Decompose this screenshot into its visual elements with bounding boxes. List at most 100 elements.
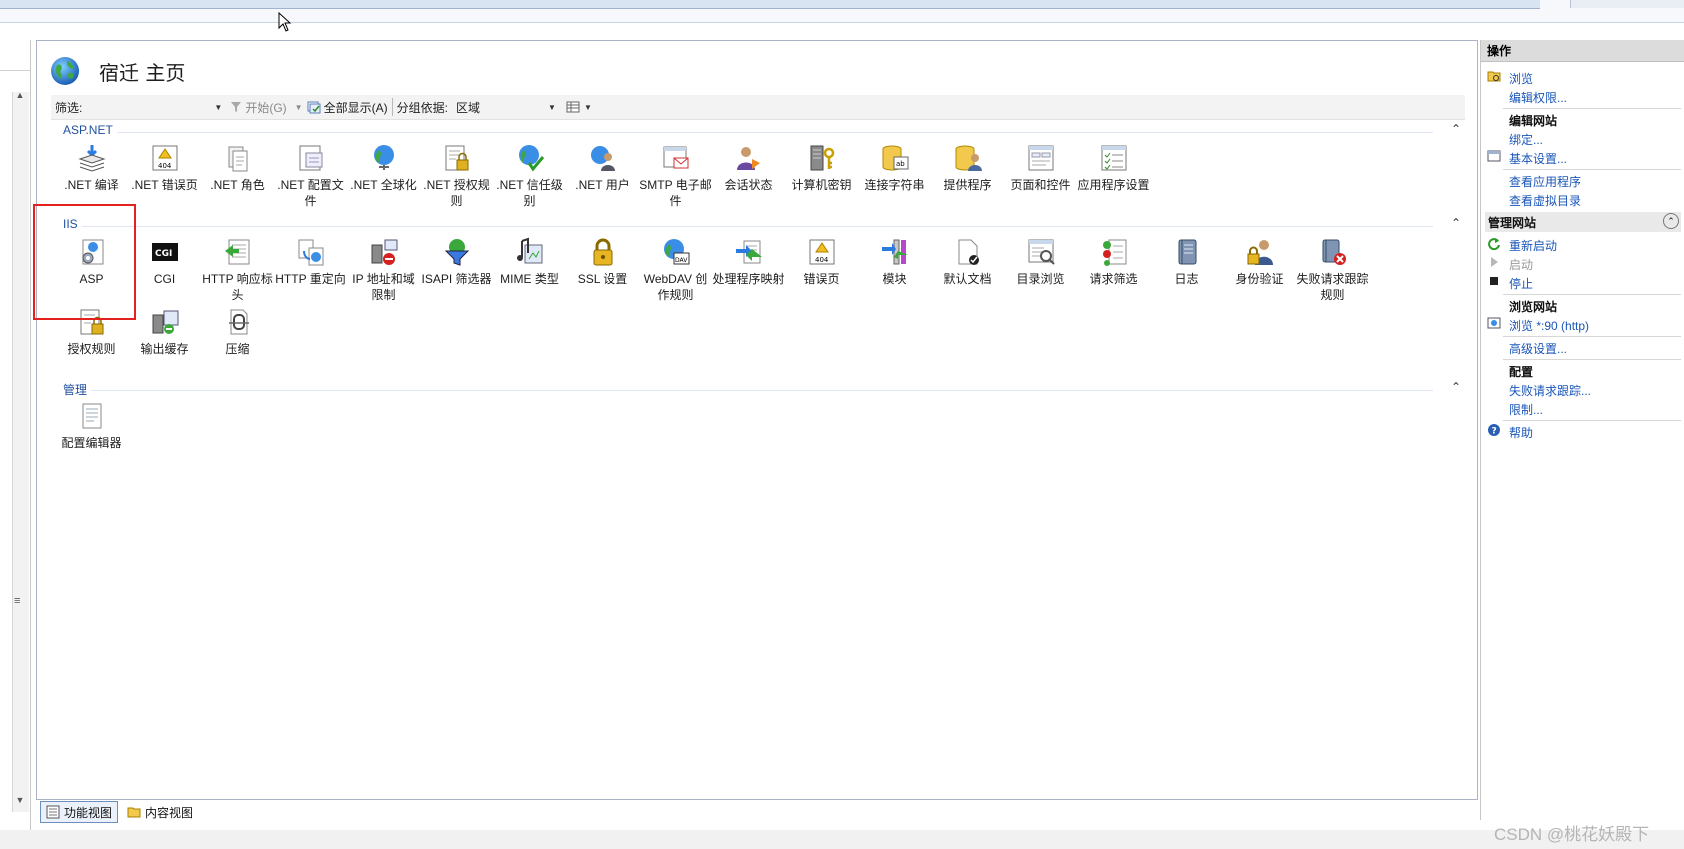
globe-icon [51,57,79,85]
feature-label: 失败请求跟踪规则 [1296,272,1369,302]
actions-separator [1503,108,1681,109]
feature-smtp-email[interactable]: SMTP 电子邮件 [639,141,712,209]
manage-site-section[interactable]: 管理网站 ⌃ [1485,212,1681,232]
view-mode-button[interactable]: ▼ [566,101,592,113]
group-by-dropdown-icon[interactable]: ▼ [548,103,556,112]
group-rule [63,132,1433,133]
log-icon [1170,235,1204,269]
collapse-chevron-icon[interactable]: ⌃ [1451,380,1461,394]
basic-settings-link[interactable]: 基本设置... [1509,150,1567,167]
show-all-button[interactable]: 全部显示(A) [307,99,388,116]
collapse-chevron-icon[interactable]: ⌃ [1451,216,1461,230]
start-label: 开始(G) [245,100,287,115]
feature-app-settings[interactable]: 应用程序设置 [1077,141,1150,209]
feature-modules[interactable]: 模块 [858,235,931,303]
limits-link[interactable]: 限制... [1509,401,1543,418]
pages-controls-icon [1024,141,1058,175]
filter-input[interactable]: ▼ [82,103,222,112]
stop-link[interactable]: 停止 [1509,275,1533,292]
feature-authentication[interactable]: 身份验证 [1223,235,1296,303]
feature-default-document[interactable]: 默认文档 [931,235,1004,303]
feature-failed-request-tracing[interactable]: 失败请求跟踪规则 [1296,235,1369,303]
feature-machine-key[interactable]: 计算机密钥 [785,141,858,209]
help-icon: ? [1488,424,1500,437]
stop-icon [1490,277,1498,285]
feature-cgi[interactable]: CGI CGI [128,235,201,303]
restart-link[interactable]: 重新启动 [1509,237,1557,254]
feature-label: 身份验证 [1235,272,1284,286]
view-applications-link[interactable]: 查看应用程序 [1509,173,1581,190]
feature-mime-types[interactable]: MIME 类型 [493,235,566,303]
feature-label: 页面和控件 [1010,178,1071,192]
group-header-iis[interactable]: IIS ⌃ [63,216,1463,233]
start-dropdown-icon[interactable]: ▼ [295,103,303,112]
bindings-link[interactable]: 绑定... [1509,131,1543,148]
directory-browsing-icon [1024,235,1058,269]
feature-error-pages[interactable]: 404 错误页 [785,235,858,303]
iis-feature-row-1: ASP CGI CGI HTTP 响应标头 HTTP 重定向 IP 地址和域限制 … [55,235,1369,303]
filter-dropdown-icon[interactable]: ▼ [214,103,222,112]
feature-providers[interactable]: 提供程序 [931,141,1004,209]
view-grid-icon [566,101,580,113]
feature-net-compilation[interactable]: .NET 编译 [55,141,128,209]
feature-net-users[interactable]: .NET 用户 [566,141,639,209]
start-filter-button[interactable]: 开始(G) [230,99,287,116]
feature-compression[interactable]: 压缩 [201,305,274,357]
svg-text:ab: ab [896,160,905,168]
view-mode-dropdown-icon[interactable]: ▼ [584,103,592,112]
feature-ip-domain-restrictions[interactable]: IP 地址和域限制 [347,235,420,303]
feature-label: ISAPI 筛选器 [421,272,492,286]
tab-features-view[interactable]: 功能视图 [40,801,119,823]
left-scrollbar[interactable] [12,92,29,812]
browse-site-heading: 浏览网站 [1509,300,1558,314]
advanced-settings-link[interactable]: 高级设置... [1509,340,1567,357]
help-link[interactable]: 帮助 [1509,424,1533,441]
feature-handler-mappings[interactable]: 处理程序映射 [712,235,785,303]
session-state-icon [732,141,766,175]
feature-isapi-filters[interactable]: ISAPI 筛选器 [420,235,493,303]
ip-restrictions-icon [367,235,401,269]
feature-connection-strings[interactable]: ab 连接字符串 [858,141,931,209]
feature-net-globalization[interactable]: .NET 全球化 [347,141,420,209]
scroll-up-icon[interactable]: ▲ [12,90,28,104]
management-feature-row: 配置编辑器 [55,399,128,451]
feature-output-caching[interactable]: 输出缓存 [128,305,201,357]
feature-webdav-authoring[interactable]: DAV WebDAV 创作规则 [639,235,712,303]
feature-net-error-pages[interactable]: 404 .NET 错误页 [128,141,201,209]
group-header-management[interactable]: 管理 ⌃ [63,380,1463,398]
feature-label: HTTP 响应标头 [202,272,273,302]
feature-net-trust-levels[interactable]: .NET 信任级别 [493,141,566,209]
feature-session-state[interactable]: 会话状态 [712,141,785,209]
edit-permissions-link[interactable]: 编辑权限... [1509,89,1567,106]
lock-icon [586,235,620,269]
modules-icon [878,235,912,269]
feature-http-redirect[interactable]: HTTP 重定向 [274,235,347,303]
feature-net-authorization[interactable]: .NET 授权规则 [420,141,493,209]
feature-logging[interactable]: 日志 [1150,235,1223,303]
group-header-aspnet[interactable]: ASP.NET ⌃ [63,122,1463,139]
feature-net-profile[interactable]: .NET 配置文件 [274,141,347,209]
asp-highlight-box [33,204,136,320]
tab-content-view[interactable]: 内容视图 [122,802,198,822]
funnel-icon [231,102,242,112]
feature-label: WebDAV 创作规则 [643,272,708,302]
feature-configuration-editor[interactable]: 配置编辑器 [55,399,128,451]
features-view-label: 功能视图 [64,805,113,820]
failed-request-tracing-link[interactable]: 失败请求跟踪... [1509,382,1591,399]
feature-ssl-settings[interactable]: SSL 设置 [566,235,639,303]
feature-pages-controls[interactable]: 页面和控件 [1004,141,1077,209]
feature-directory-browsing[interactable]: 目录浏览 [1004,235,1077,303]
collapse-chevron-icon[interactable]: ⌃ [1451,122,1461,136]
splitter-grip-icon[interactable]: ≡ [14,595,20,607]
explore-link[interactable]: 浏览 [1509,70,1533,87]
browse-port-link[interactable]: 浏览 *:90 (http) [1509,317,1589,334]
group-by-select[interactable]: 区域 ▼ [456,99,556,116]
view-tabs: 功能视图 内容视图 [36,800,1476,824]
feature-request-filtering[interactable]: 请求筛选 [1077,235,1150,303]
feature-http-response-headers[interactable]: HTTP 响应标头 [201,235,274,303]
view-virtual-dirs-link[interactable]: 查看虚拟目录 [1509,192,1581,209]
features-view-icon [46,805,60,819]
collapse-section-icon[interactable]: ⌃ [1663,213,1679,229]
feature-net-roles[interactable]: .NET 角色 [201,141,274,209]
scroll-down-icon[interactable]: ▼ [12,795,28,809]
